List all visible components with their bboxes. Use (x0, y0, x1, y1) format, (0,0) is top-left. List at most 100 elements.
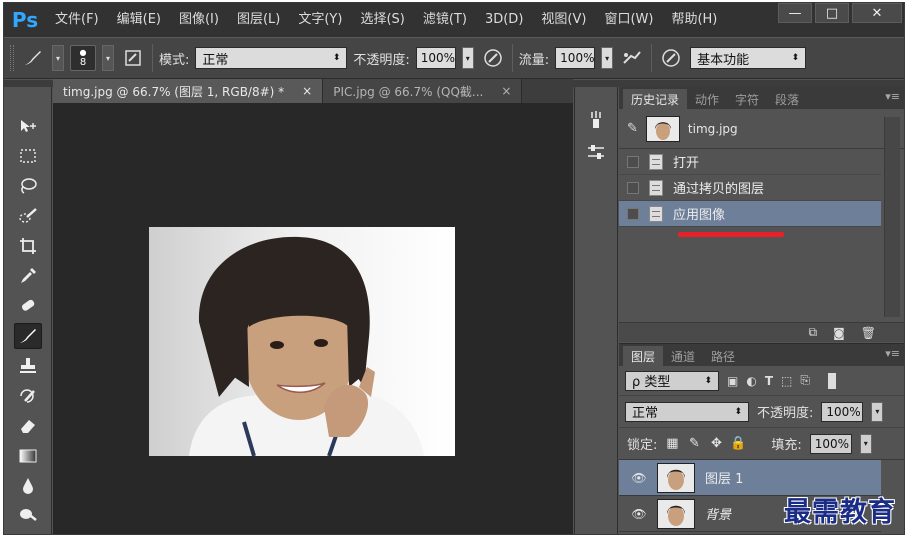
history-checkbox[interactable] (627, 155, 639, 168)
history-item[interactable]: 通过拷贝的图层 (619, 175, 881, 201)
new-snapshot-icon[interactable]: ◙ (833, 326, 845, 340)
brush-panel-toggle-icon[interactable] (120, 45, 146, 71)
maximize-button[interactable]: □ (815, 3, 849, 23)
tab-close-icon[interactable]: × (501, 84, 511, 98)
tab-paths[interactable]: 路径 (703, 346, 743, 366)
fill-dropdown[interactable]: ▾ (859, 433, 872, 454)
menu-select[interactable]: 选择(S) (351, 3, 413, 37)
layer-filter-value: ρ 类型 (632, 375, 671, 390)
options-grip[interactable] (10, 45, 14, 71)
brush-tool-icon[interactable] (14, 323, 42, 349)
red-annotation-underline (678, 232, 784, 237)
quick-selection-tool-icon[interactable] (14, 203, 42, 229)
lasso-tool-icon[interactable] (14, 173, 42, 199)
menu-type[interactable]: 文字(Y) (289, 3, 351, 37)
delete-state-icon[interactable]: 🗑 (861, 326, 876, 340)
panel-menu-icon[interactable]: ▾≡ (885, 90, 900, 103)
tab-channels[interactable]: 通道 (663, 346, 703, 366)
menu-layer[interactable]: 图层(L) (228, 3, 289, 37)
lock-image-pixels-icon[interactable]: ✎ (687, 436, 701, 451)
menu-edit[interactable]: 编辑(E) (108, 3, 170, 37)
mode-select[interactable]: 正常 ⬍ (195, 47, 348, 69)
airbrush-icon[interactable] (619, 45, 645, 71)
history-panel: 历史记录 动作 字符 段落 ▾≡ ✎ timg.jpg 打开 通过拷贝的图层 应… (619, 87, 904, 342)
history-item-selected[interactable]: 应用图像 (619, 201, 881, 227)
panel-menu-icon[interactable]: ▾≡ (885, 347, 900, 360)
lock-position-icon[interactable]: ✥ (709, 436, 723, 451)
tools-panel (4, 87, 52, 534)
canvas-area[interactable] (53, 103, 573, 534)
clone-stamp-tool-icon[interactable] (14, 353, 42, 379)
pressure-size-icon[interactable] (658, 45, 684, 71)
tab-timg[interactable]: timg.jpg @ 66.7% (图层 1, RGB/8#) * × (53, 79, 324, 103)
history-checkbox[interactable] (627, 207, 639, 220)
menu-image[interactable]: 图像(I) (170, 3, 228, 37)
tab-character[interactable]: 字符 (727, 89, 767, 109)
opacity-input[interactable]: 100% (415, 47, 456, 69)
tab-layers[interactable]: 图层 (623, 346, 664, 366)
filter-smart-object-icon[interactable]: ⎘ (800, 373, 810, 388)
filter-type-icon[interactable]: T (765, 374, 773, 388)
workspace-select[interactable]: 基本功能 ⬍ (690, 47, 807, 69)
history-brush-panel-icon[interactable] (583, 109, 609, 131)
blend-mode-select[interactable]: 正常 ⬍ (625, 401, 749, 422)
document-photo[interactable] (149, 227, 455, 456)
history-brush-tool-icon[interactable] (14, 383, 42, 409)
close-button[interactable]: ✕ (852, 3, 902, 23)
filter-toggle-icon[interactable] (827, 372, 836, 389)
eraser-tool-icon[interactable] (14, 413, 42, 439)
opacity-slider-dropdown[interactable]: ▾ (461, 47, 474, 69)
filter-pixel-icon[interactable]: ▣ (727, 374, 738, 388)
brush-size-dropdown[interactable]: ▾ (102, 45, 114, 71)
layer-thumbnail (657, 498, 695, 529)
minimize-button[interactable]: — (778, 3, 812, 23)
tab-pic[interactable]: PIC.jpg @ 66.7% (QQ截... × (323, 79, 523, 103)
visibility-eye-icon[interactable]: 👁 (631, 471, 647, 485)
eyedropper-tool-icon[interactable] (14, 263, 42, 289)
crop-tool-icon[interactable] (14, 233, 42, 259)
marquee-tool-icon[interactable] (14, 143, 42, 169)
blur-tool-icon[interactable] (14, 473, 42, 499)
history-snapshot[interactable]: ✎ timg.jpg (619, 109, 904, 149)
filter-shape-icon[interactable]: ⬚ (781, 374, 792, 388)
flow-input[interactable]: 100% (555, 47, 596, 69)
layer-filter-select[interactable]: ρ 类型 ⬍ (625, 370, 719, 391)
lock-transparency-icon[interactable]: ▦ (665, 436, 679, 451)
new-document-from-state-icon[interactable]: ⧉ (809, 325, 818, 340)
layer-opacity-input[interactable]: 100% (821, 401, 864, 422)
history-scrollbar[interactable] (884, 117, 900, 317)
tab-history[interactable]: 历史记录 (623, 89, 688, 109)
fill-input[interactable]: 100% (809, 433, 852, 454)
adjustments-panel-icon[interactable] (583, 141, 609, 163)
filter-adjustment-icon[interactable]: ◐ (746, 374, 756, 388)
brush-preset-icon[interactable] (20, 45, 46, 71)
history-state-icon (649, 205, 663, 222)
menu-3d[interactable]: 3D(D) (476, 3, 532, 37)
menu-view[interactable]: 视图(V) (532, 3, 595, 37)
flow-slider-dropdown[interactable]: ▾ (601, 47, 614, 69)
move-tool-icon[interactable] (14, 113, 42, 139)
menu-window[interactable]: 窗口(W) (595, 3, 662, 37)
pressure-opacity-icon[interactable] (480, 45, 506, 71)
tab-pic-label: PIC.jpg @ 66.7% (QQ截... (333, 84, 484, 99)
dodge-tool-icon[interactable] (14, 501, 42, 527)
tab-paragraph[interactable]: 段落 (767, 89, 807, 109)
tab-actions[interactable]: 动作 (687, 89, 727, 109)
brush-dot-icon: ● (79, 47, 87, 57)
visibility-eye-icon[interactable]: 👁 (631, 507, 647, 521)
tab-close-icon[interactable]: × (302, 84, 312, 98)
divider (511, 44, 513, 72)
menu-help[interactable]: 帮助(H) (662, 3, 726, 37)
history-item[interactable]: 打开 (619, 149, 881, 175)
menu-file[interactable]: 文件(F) (46, 3, 108, 37)
menu-filter[interactable]: 滤镜(T) (414, 3, 476, 37)
healing-brush-tool-icon[interactable] (14, 293, 42, 319)
history-panel-tabs: 历史记录 动作 字符 段落 ▾≡ (619, 87, 904, 109)
gradient-tool-icon[interactable] (14, 443, 42, 469)
brush-size-picker[interactable]: ● 8 (70, 45, 96, 71)
layer-opacity-dropdown[interactable]: ▾ (871, 401, 884, 422)
snapshot-brush-icon: ✎ (627, 121, 638, 136)
lock-all-icon[interactable]: 🔒 (730, 436, 746, 451)
history-checkbox[interactable] (627, 181, 639, 194)
brush-preset-dropdown[interactable]: ▾ (52, 45, 64, 71)
